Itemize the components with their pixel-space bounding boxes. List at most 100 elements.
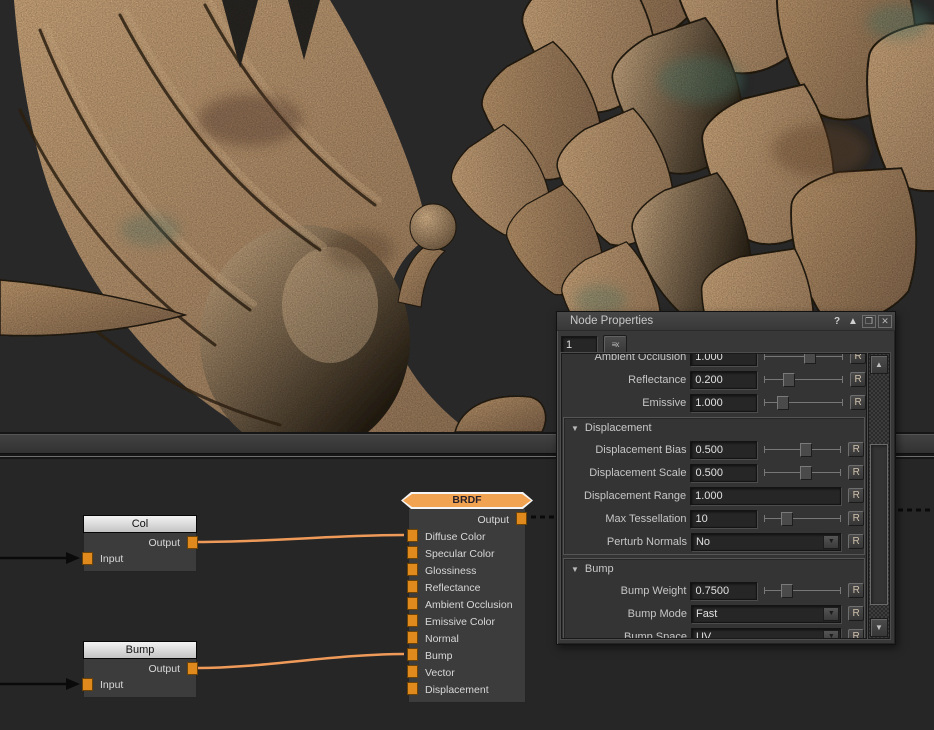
node-bump-title[interactable]: Bump	[83, 641, 197, 659]
port-label: Glossiness	[425, 565, 476, 577]
field-label: Reflectance	[564, 374, 686, 386]
displacement-bias-input[interactable]: 0.500	[690, 441, 756, 459]
connector-icon[interactable]	[187, 536, 198, 549]
reset-button[interactable]: R	[850, 372, 866, 387]
ambient-occlusion-input[interactable]: 1.000	[690, 353, 757, 366]
reset-button[interactable]: R	[848, 534, 864, 549]
node-brdf[interactable]: BRDF Output Diffuse Color Specular Color	[408, 508, 526, 703]
connector-icon[interactable]	[82, 552, 93, 565]
connector-icon[interactable]	[407, 648, 418, 661]
brdf-input-emissive-color[interactable]: Emissive Color	[409, 613, 525, 630]
perturb-normals-dropdown[interactable]: No ▼	[691, 533, 841, 551]
stack-windows-icon[interactable]: ❐	[862, 315, 876, 328]
edit-icon: ≡x	[612, 340, 619, 349]
reflectance-slider[interactable]	[764, 372, 843, 388]
connector-icon[interactable]	[187, 662, 198, 675]
brdf-input-displacement[interactable]: Displacement	[409, 681, 525, 698]
node-bump[interactable]: Bump Output Input	[83, 641, 197, 698]
reset-button[interactable]: R	[848, 488, 864, 503]
section-title: Displacement	[585, 422, 652, 434]
bump-weight-input[interactable]: 0.7500	[690, 582, 756, 600]
field-label: Displacement Scale	[566, 467, 686, 479]
node-brdf-header[interactable]: BRDF	[401, 492, 533, 509]
brdf-input-bump[interactable]: Bump	[409, 647, 525, 664]
reset-button[interactable]: R	[850, 353, 866, 364]
node-bump-body: Output Input	[83, 659, 197, 698]
chevron-down-icon[interactable]: ▼	[823, 630, 839, 640]
port-label: Input	[100, 679, 123, 691]
connector-icon[interactable]	[407, 597, 418, 610]
close-icon[interactable]: ✕	[878, 315, 892, 328]
node-index-field[interactable]: 1	[561, 336, 597, 354]
reset-button[interactable]: R	[848, 465, 864, 480]
reset-button[interactable]: R	[850, 395, 866, 410]
brdf-input-diffuse-color[interactable]: Diffuse Color	[409, 528, 525, 545]
connector-icon[interactable]	[407, 665, 418, 678]
brdf-input-vector[interactable]: Vector	[409, 664, 525, 681]
max-tessellation-input[interactable]: 10	[690, 510, 756, 528]
ambient-occlusion-slider[interactable]	[764, 353, 843, 365]
row-displacement-bias: Displacement Bias 0.500 R	[564, 438, 864, 461]
connector-icon[interactable]	[407, 580, 418, 593]
brdf-input-specular-color[interactable]: Specular Color	[409, 545, 525, 562]
edit-button[interactable]: ≡x	[603, 335, 627, 354]
help-icon[interactable]: ?	[830, 315, 844, 328]
reset-button[interactable]: R	[848, 583, 864, 598]
collapse-triangle-icon: ▼	[571, 565, 579, 574]
reset-button[interactable]: R	[848, 606, 864, 621]
node-col-body: Output Input	[83, 533, 197, 572]
connector-icon[interactable]	[407, 614, 418, 627]
panel-scroll-area[interactable]: Ambient Occlusion 1.000 R Reflectance 0.…	[561, 353, 867, 639]
brdf-input-reflectance[interactable]: Reflectance	[409, 579, 525, 596]
node-properties-panel: Node Properties ? ▲ ❐ ✕ 1 ≡x Ambient Occ…	[556, 311, 896, 645]
port-label: Specular Color	[425, 548, 494, 560]
max-tessellation-slider[interactable]	[764, 511, 842, 527]
scroll-up-button[interactable]: ▲	[870, 355, 888, 374]
node-col-output-port[interactable]: Output	[84, 535, 196, 551]
connector-icon[interactable]	[407, 546, 418, 559]
port-label: Displacement	[425, 684, 489, 696]
node-bump-output-port[interactable]: Output	[84, 661, 196, 677]
rollup-icon[interactable]: ▲	[846, 315, 860, 328]
application-window: Col Output Input Bump Output	[0, 0, 934, 730]
bump-weight-slider[interactable]	[764, 583, 842, 599]
node-col-title[interactable]: Col	[83, 515, 197, 533]
node-col-input-port[interactable]: Input	[84, 551, 196, 567]
chevron-down-icon[interactable]: ▼	[823, 607, 839, 621]
bump-mode-dropdown[interactable]: Fast ▼	[691, 605, 841, 623]
connector-icon[interactable]	[407, 563, 418, 576]
brdf-input-normal[interactable]: Normal	[409, 630, 525, 647]
emissive-slider[interactable]	[764, 395, 843, 411]
displacement-section: ▼ Displacement Displacement Bias 0.500 R…	[563, 417, 865, 555]
node-col[interactable]: Col Output Input	[83, 515, 197, 572]
reset-button[interactable]: R	[848, 511, 864, 526]
scroll-down-button[interactable]: ▼	[870, 618, 888, 637]
emissive-input[interactable]: 1.000	[690, 394, 757, 412]
panel-scrollbar[interactable]: ▲ ▼	[868, 353, 890, 639]
reset-button[interactable]: R	[848, 442, 864, 457]
connector-icon[interactable]	[407, 631, 418, 644]
connector-icon[interactable]	[82, 678, 93, 691]
reflectance-input[interactable]: 0.200	[690, 371, 757, 389]
bump-space-dropdown[interactable]: UV ▼	[691, 628, 841, 640]
scroll-up-icon: ▲	[875, 360, 883, 369]
connector-icon[interactable]	[407, 682, 418, 695]
brdf-input-ambient-occlusion[interactable]: Ambient Occlusion	[409, 596, 525, 613]
row-max-tessellation: Max Tessellation 10 R	[564, 507, 864, 530]
displacement-range-input[interactable]: 1.000	[690, 487, 841, 505]
port-label: Reflectance	[425, 582, 480, 594]
brdf-input-glossiness[interactable]: Glossiness	[409, 562, 525, 579]
displacement-bias-slider[interactable]	[764, 442, 842, 458]
brdf-output-port[interactable]: Output	[409, 511, 525, 528]
chevron-down-icon[interactable]: ▼	[823, 535, 839, 549]
scrollbar-thumb[interactable]	[870, 444, 888, 605]
panel-titlebar[interactable]: Node Properties ? ▲ ❐ ✕	[557, 312, 895, 331]
bump-section-header[interactable]: ▼ Bump	[564, 559, 864, 579]
reset-button[interactable]: R	[848, 629, 864, 639]
displacement-section-header[interactable]: ▼ Displacement	[564, 418, 864, 438]
connector-icon[interactable]	[407, 529, 418, 542]
displacement-scale-slider[interactable]	[764, 465, 842, 481]
connector-icon[interactable]	[516, 512, 527, 525]
node-bump-input-port[interactable]: Input	[84, 677, 196, 693]
displacement-scale-input[interactable]: 0.500	[690, 464, 756, 482]
